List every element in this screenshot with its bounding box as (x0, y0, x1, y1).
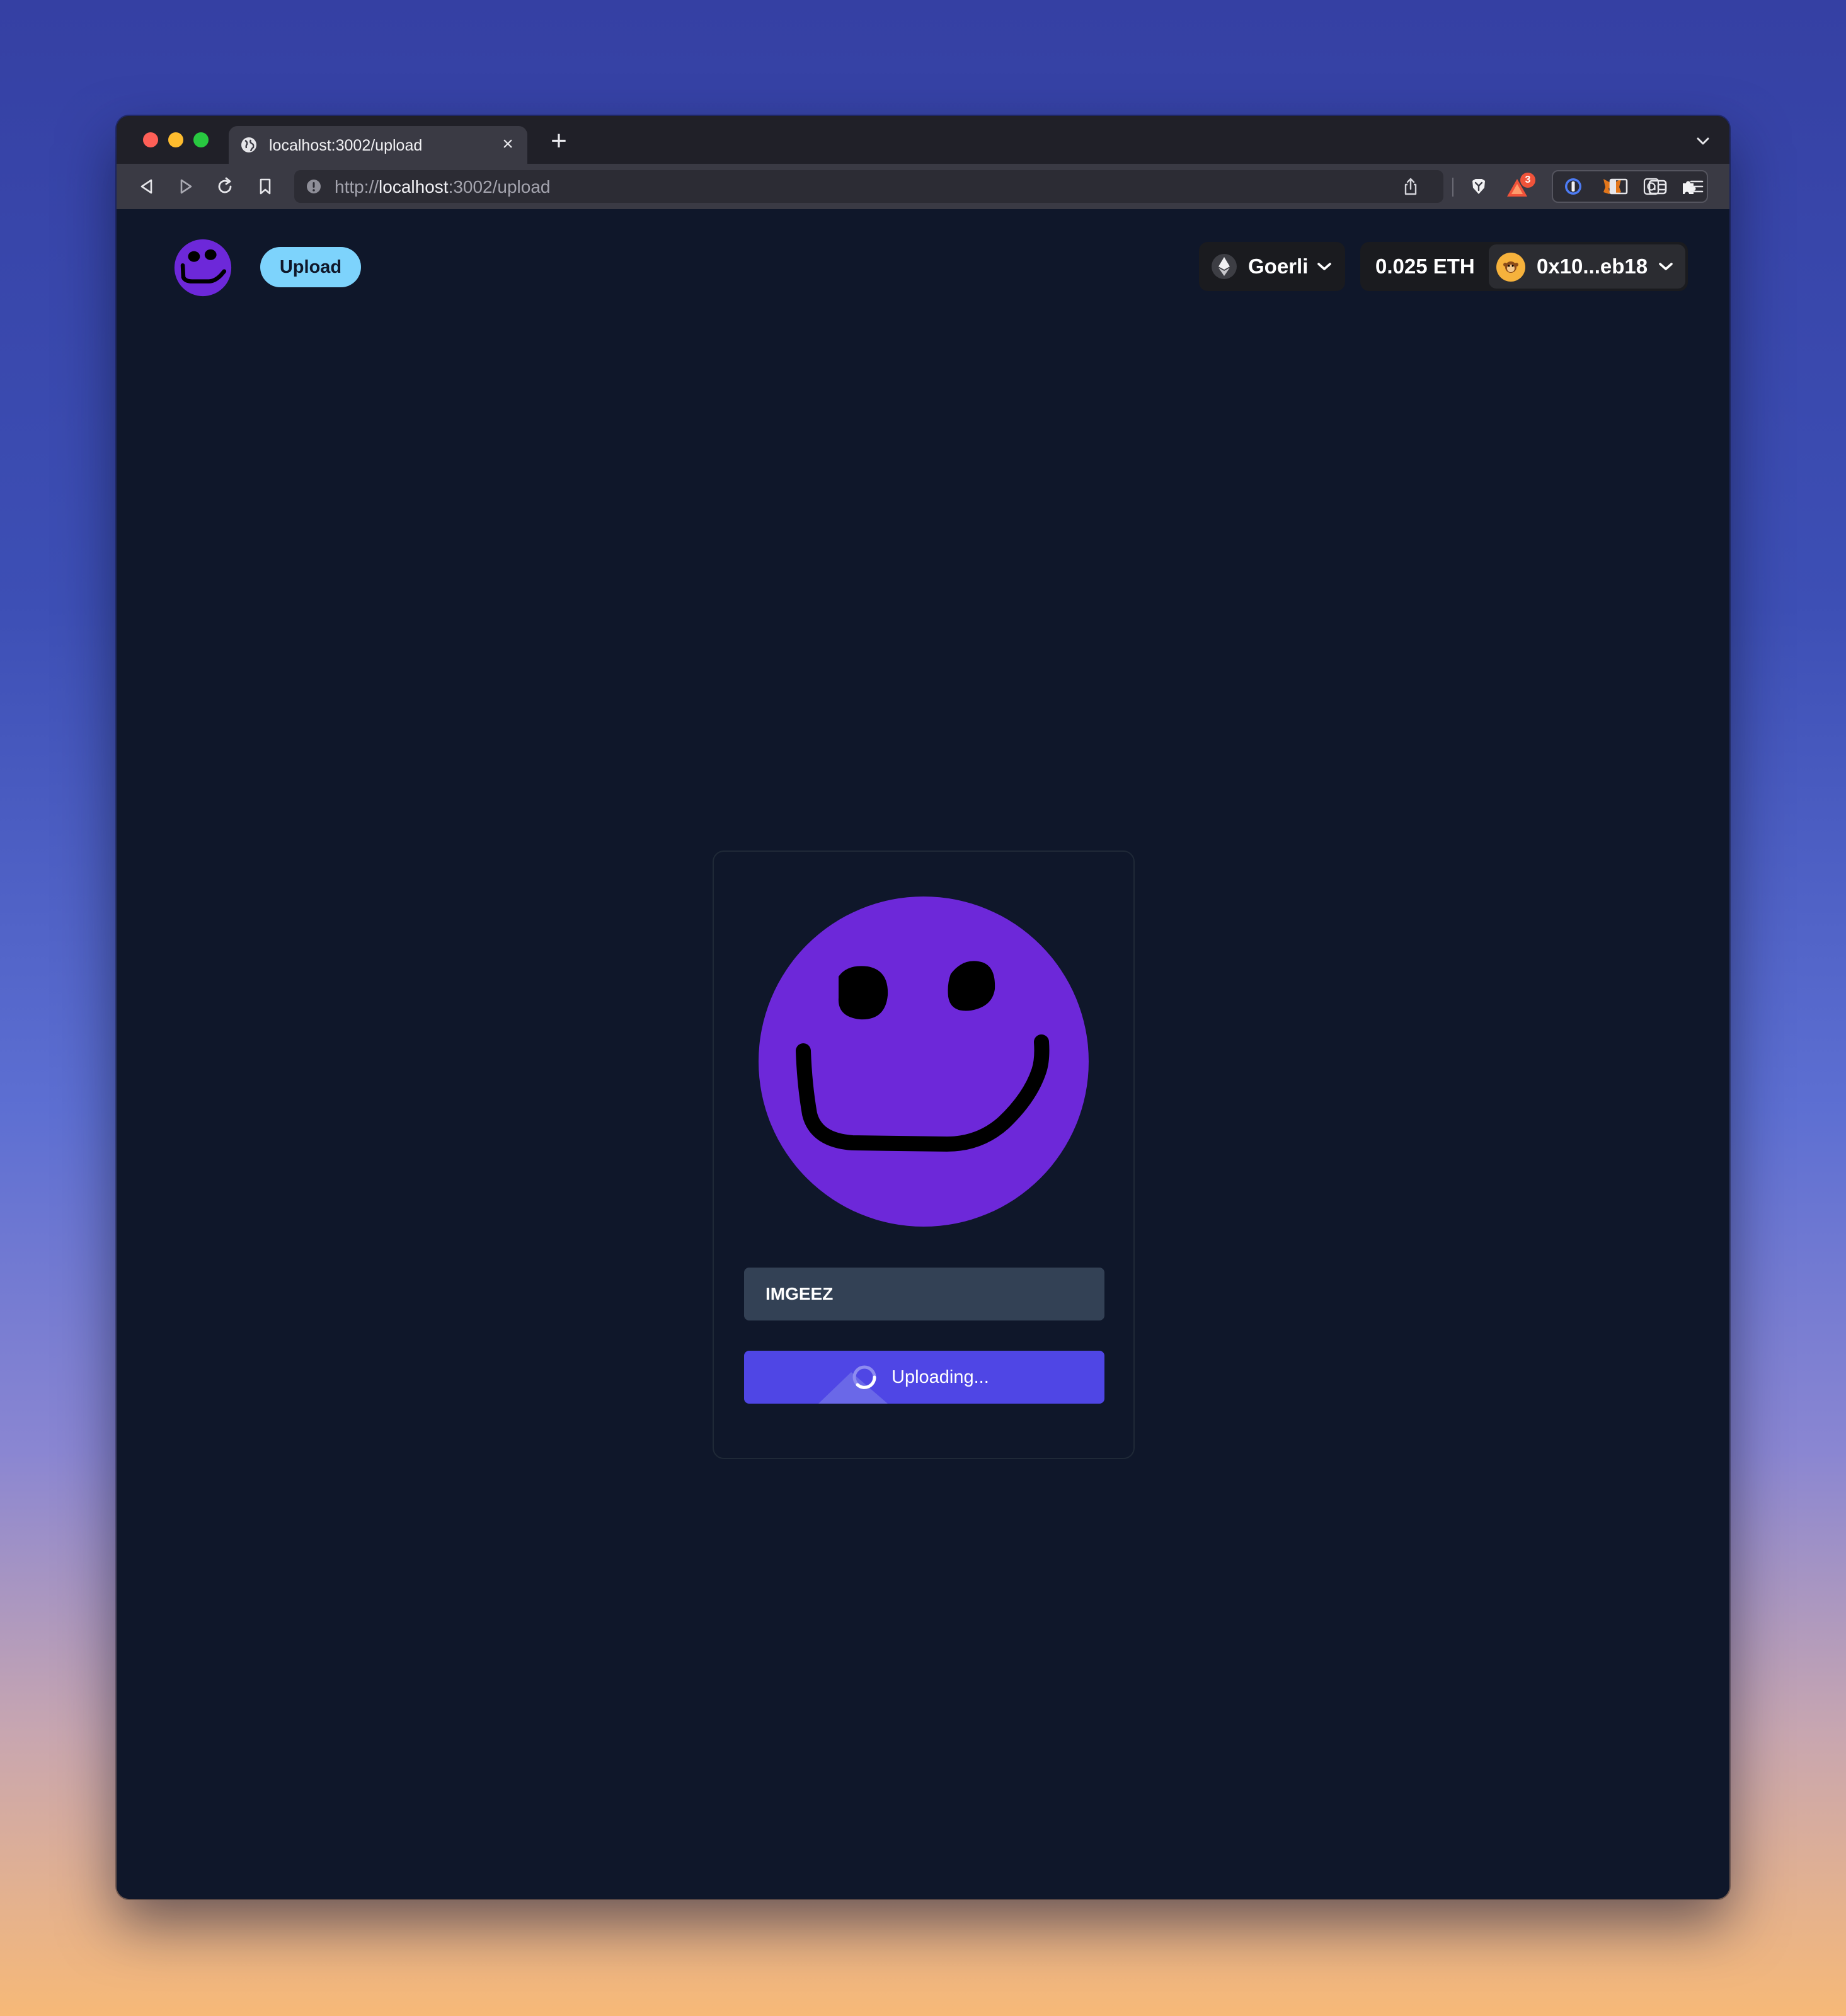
browser-toolbar: http://localhost:3002/upload 3 (117, 164, 1729, 209)
smiley-preview-image (759, 896, 1089, 1227)
password-manager-icon[interactable] (1562, 175, 1585, 198)
zoom-window-button[interactable] (193, 132, 209, 147)
sidebar-icon[interactable] (1607, 175, 1630, 198)
url-text[interactable]: http://localhost:3002/upload (335, 177, 551, 197)
extensions-group (1552, 170, 1708, 203)
chevron-down-icon (1659, 263, 1673, 270)
back-icon[interactable] (135, 175, 158, 198)
url-path: :3002/upload (448, 177, 551, 197)
wallet-icon[interactable] (1646, 175, 1669, 198)
browser-window: localhost:3002/upload × + http://localho… (117, 116, 1729, 1899)
new-tab-button[interactable]: + (546, 127, 571, 155)
upload-nav-button[interactable]: Upload (260, 247, 361, 287)
ethereum-icon (1212, 254, 1237, 279)
address-bar[interactable]: http://localhost:3002/upload (294, 170, 1443, 203)
tab-upload[interactable]: localhost:3002/upload × (229, 126, 527, 164)
share-icon[interactable] (1401, 176, 1421, 197)
upload-card: Uploading... (713, 850, 1135, 1459)
tab-title: localhost:3002/upload (269, 137, 423, 154)
name-input[interactable] (744, 1268, 1104, 1320)
tab-close-button[interactable]: × (498, 134, 517, 155)
minimize-window-button[interactable] (168, 132, 183, 147)
menu-icon[interactable] (1685, 175, 1708, 198)
chevron-down-icon (1317, 263, 1331, 270)
tab-strip: localhost:3002/upload × + (117, 116, 1729, 164)
rewards-badge: 3 (1520, 173, 1535, 188)
network-selector[interactable]: Goerli (1199, 242, 1345, 291)
bookmark-icon[interactable] (254, 175, 277, 198)
eth-balance: 0.025 ETH (1375, 255, 1475, 278)
smiley-logo-icon[interactable] (173, 238, 232, 297)
reload-icon[interactable] (214, 175, 236, 198)
url-host: localhost (379, 177, 449, 197)
close-window-button[interactable] (143, 132, 158, 147)
upload-submit-button[interactable]: Uploading... (744, 1351, 1104, 1404)
forward-icon[interactable] (175, 175, 197, 198)
brave-shields-icon[interactable] (1467, 175, 1490, 198)
spinner-icon (852, 1365, 876, 1389)
network-name: Goerli (1248, 255, 1309, 278)
globe-icon (241, 137, 256, 152)
monkey-avatar-icon (1496, 253, 1525, 282)
upload-button-label: Uploading... (891, 1367, 989, 1387)
account-button[interactable]: 0.025 ETH 0x10...eb18 (1360, 242, 1688, 291)
page-content: Upload Goerli 0.025 ETH 0x10...eb18 IMGE… (117, 209, 1729, 1899)
url-scheme: http:// (335, 177, 379, 197)
brave-rewards-button[interactable]: 3 (1505, 173, 1538, 200)
wallet-address: 0x10...eb18 (1537, 255, 1648, 278)
info-icon[interactable] (306, 178, 322, 195)
chevron-down-icon[interactable] (1692, 130, 1714, 152)
address-pill[interactable]: 0x10...eb18 (1489, 244, 1685, 289)
toolbar-divider (1452, 178, 1453, 197)
